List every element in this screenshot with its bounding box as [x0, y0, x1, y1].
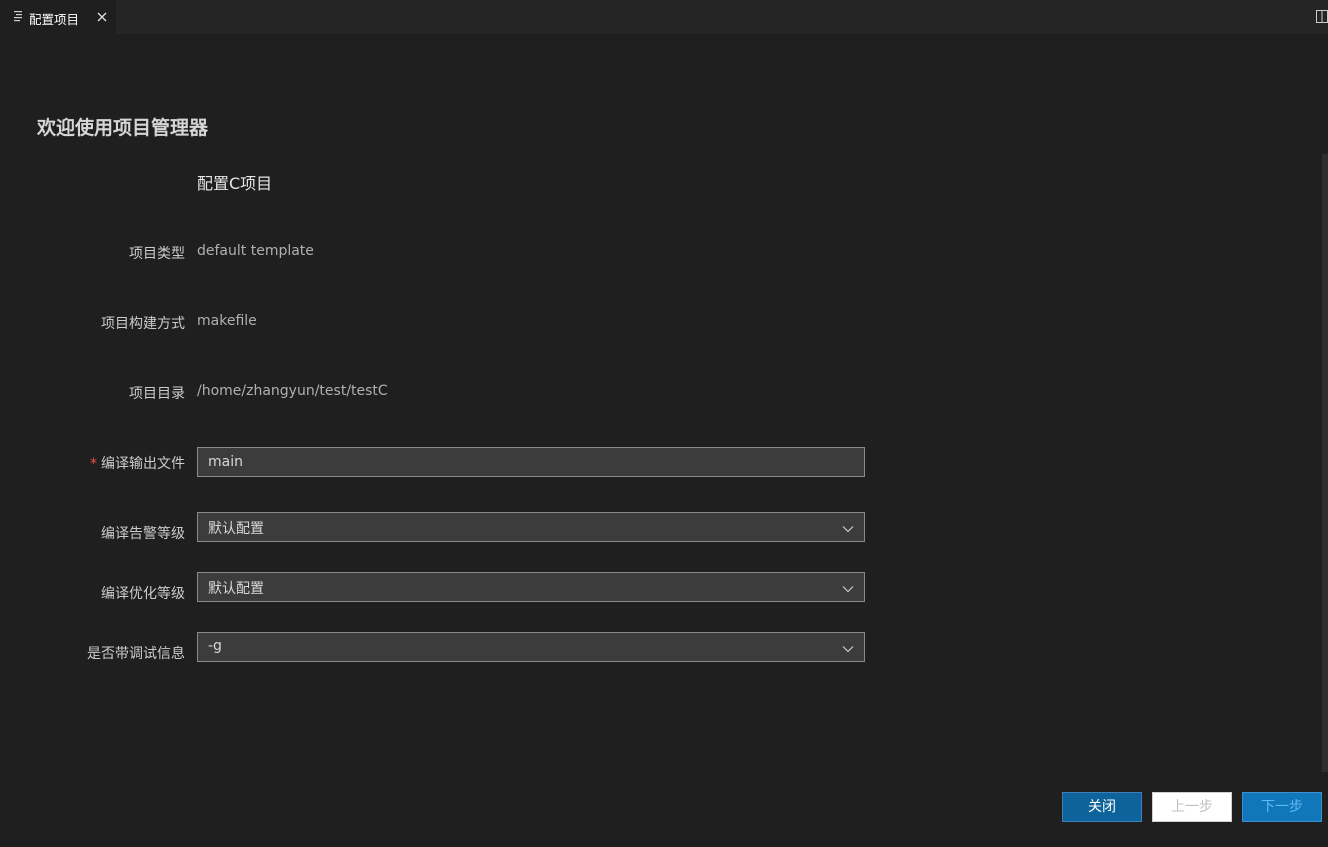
warning-level-select[interactable]: 默认配置	[197, 512, 865, 542]
output-file-input[interactable]	[208, 454, 848, 470]
build-method-value: makefile	[197, 313, 257, 329]
chevron-down-icon	[842, 526, 854, 533]
debug-info-select[interactable]: -g	[197, 632, 865, 662]
vertical-scrollbar[interactable]	[1322, 154, 1328, 772]
optimize-level-label: 编译优化等级	[101, 586, 185, 602]
chevron-down-icon	[842, 586, 854, 593]
build-method-label: 项目构建方式	[101, 316, 185, 332]
document-icon	[14, 11, 22, 22]
close-button[interactable]: 关闭	[1062, 792, 1142, 822]
output-file-label-group: * 编译输出文件	[90, 453, 185, 473]
optimize-level-select[interactable]: 默认配置	[197, 572, 865, 602]
next-button[interactable]: 下一步	[1242, 792, 1322, 822]
optimize-level-selected: 默认配置	[208, 581, 264, 597]
tab-title: 配置项目	[29, 12, 80, 27]
debug-info-selected: -g	[208, 638, 222, 654]
close-icon[interactable]	[95, 10, 109, 24]
chevron-down-icon	[842, 646, 854, 653]
warning-level-label: 编译告警等级	[101, 526, 185, 542]
page-title: 欢迎使用项目管理器	[37, 117, 209, 139]
project-dir-value: /home/zhangyun/test/testC	[197, 383, 388, 399]
section-title: 配置C项目	[197, 174, 273, 193]
split-editor-icon[interactable]	[1316, 10, 1328, 23]
required-marker: *	[90, 456, 97, 472]
project-type-value: default template	[197, 243, 314, 259]
warning-level-selected: 默认配置	[208, 521, 264, 537]
output-file-field[interactable]	[197, 447, 865, 477]
output-file-label: 编译输出文件	[101, 456, 185, 472]
previous-button[interactable]: 上一步	[1152, 792, 1232, 822]
debug-info-label: 是否带调试信息	[87, 646, 185, 662]
project-dir-label: 项目目录	[129, 386, 185, 402]
tab-configure-project[interactable]: 配置项目	[0, 0, 116, 34]
tab-bar: 配置项目	[0, 0, 1328, 34]
project-type-label: 项目类型	[129, 246, 185, 262]
